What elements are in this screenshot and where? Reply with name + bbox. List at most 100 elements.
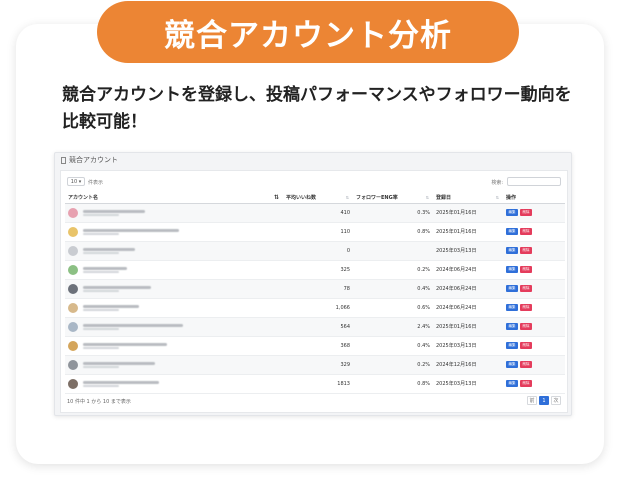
cell-follower-eng: 0.2% bbox=[353, 355, 433, 375]
col-actions: 操作 bbox=[503, 193, 565, 204]
blurred-account-name bbox=[83, 266, 127, 270]
account-names bbox=[83, 228, 179, 235]
cell-actions: 編集 削除 bbox=[503, 355, 565, 375]
edit-button[interactable]: 編集 bbox=[506, 209, 518, 216]
account-names bbox=[83, 304, 139, 311]
blurred-account-handle bbox=[83, 327, 119, 330]
page-length-select[interactable]: 10 ▾ bbox=[67, 177, 85, 186]
account-info bbox=[68, 359, 280, 370]
cell-account bbox=[65, 374, 283, 394]
account-info bbox=[68, 245, 280, 256]
edit-button[interactable]: 編集 bbox=[506, 323, 518, 330]
table-row: 1813 0.8% 2025年03月13日 編集 削除 bbox=[65, 374, 565, 394]
cell-avg-likes: 325 bbox=[283, 260, 353, 280]
cell-account bbox=[65, 203, 283, 223]
delete-button[interactable]: 削除 bbox=[520, 361, 532, 368]
pagination-next[interactable]: 次 bbox=[551, 396, 561, 405]
account-info bbox=[68, 283, 280, 294]
account-names bbox=[83, 342, 167, 349]
table-row: 410 0.3% 2025年01月16日 編集 削除 bbox=[65, 203, 565, 223]
cell-actions: 編集 削除 bbox=[503, 298, 565, 318]
cell-avg-likes: 564 bbox=[283, 317, 353, 337]
cell-registered: 2025年01月16日 bbox=[433, 317, 503, 337]
cell-follower-eng: 0.8% bbox=[353, 374, 433, 394]
delete-button[interactable]: 削除 bbox=[520, 342, 532, 349]
cell-registered: 2024年06月24日 bbox=[433, 260, 503, 280]
delete-button[interactable]: 削除 bbox=[520, 247, 532, 254]
cell-avg-likes: 410 bbox=[283, 203, 353, 223]
account-info bbox=[68, 264, 280, 275]
cell-account bbox=[65, 260, 283, 280]
edit-button[interactable]: 編集 bbox=[506, 361, 518, 368]
delete-button[interactable]: 削除 bbox=[520, 304, 532, 311]
col-registered-label: 登録日 bbox=[436, 195, 452, 202]
col-follower-eng[interactable]: フォロワーENG率 ⇅ bbox=[353, 193, 433, 204]
cell-actions: 編集 削除 bbox=[503, 374, 565, 394]
col-account-name[interactable]: アカウント名 ⇅ bbox=[65, 193, 283, 204]
cell-actions: 編集 削除 bbox=[503, 203, 565, 223]
cell-registered: 2024年06月24日 bbox=[433, 279, 503, 299]
account-names bbox=[83, 361, 155, 368]
table-row: 1,066 0.6% 2024年06月24日 編集 削除 bbox=[65, 298, 565, 318]
pagination-page-1[interactable]: 1 bbox=[539, 396, 549, 405]
table-row: 78 0.4% 2024年06月24日 編集 削除 bbox=[65, 279, 565, 299]
cell-follower-eng: 0.3% bbox=[353, 203, 433, 223]
col-registered[interactable]: 登録日 ⇅ bbox=[433, 193, 503, 204]
app-screenshot: 競合アカウント 10 ▾ 件表示 検索: アカウント名 ⇅ 平均いいね数 ⇅ フ… bbox=[54, 152, 572, 416]
competitor-table: アカウント名 ⇅ 平均いいね数 ⇅ フォロワーENG率 ⇅ 登録日 ⇅ 操作 4… bbox=[65, 193, 565, 394]
search-input[interactable] bbox=[507, 177, 561, 186]
edit-button[interactable]: 編集 bbox=[506, 228, 518, 235]
table-row: 325 0.2% 2024年06月24日 編集 削除 bbox=[65, 260, 565, 280]
edit-button[interactable]: 編集 bbox=[506, 285, 518, 292]
cell-registered: 2024年06月24日 bbox=[433, 298, 503, 318]
cell-follower-eng: 0.2% bbox=[353, 260, 433, 280]
delete-button[interactable]: 削除 bbox=[520, 209, 532, 216]
cell-avg-likes: 0 bbox=[283, 241, 353, 261]
pagination: 前 1 次 bbox=[527, 396, 561, 405]
edit-button[interactable]: 編集 bbox=[506, 304, 518, 311]
avatar bbox=[68, 340, 78, 351]
edit-button[interactable]: 編集 bbox=[506, 266, 518, 273]
blurred-account-handle bbox=[83, 365, 119, 368]
blurred-account-name bbox=[83, 361, 155, 365]
blurred-account-name bbox=[83, 247, 135, 251]
cell-account bbox=[65, 355, 283, 375]
cell-follower-eng: 0.4% bbox=[353, 336, 433, 356]
edit-button[interactable]: 編集 bbox=[506, 247, 518, 254]
cell-registered: 2025年01月16日 bbox=[433, 222, 503, 242]
blurred-account-name bbox=[83, 285, 151, 289]
col-follower-eng-label: フォロワーENG率 bbox=[356, 195, 398, 202]
sort-icon: ⇅ bbox=[425, 195, 429, 200]
document-icon bbox=[61, 156, 66, 164]
account-info bbox=[68, 302, 280, 313]
delete-button[interactable]: 削除 bbox=[520, 266, 532, 273]
window-title: 競合アカウント bbox=[69, 156, 118, 164]
pagination-prev[interactable]: 前 bbox=[527, 396, 537, 405]
table-info: 10 件中 1 から 10 まで表示 bbox=[67, 399, 131, 405]
account-names bbox=[83, 380, 159, 387]
table-row: 329 0.2% 2024年12月16日 編集 削除 bbox=[65, 355, 565, 375]
edit-button[interactable]: 編集 bbox=[506, 342, 518, 349]
delete-button[interactable]: 削除 bbox=[520, 323, 532, 330]
cell-follower-eng: 0.8% bbox=[353, 222, 433, 242]
cell-actions: 編集 削除 bbox=[503, 241, 565, 261]
col-avg-likes[interactable]: 平均いいね数 ⇅ bbox=[283, 193, 353, 204]
delete-button[interactable]: 削除 bbox=[520, 380, 532, 387]
blurred-account-handle bbox=[83, 384, 119, 387]
cell-registered: 2025年01月16日 bbox=[433, 203, 503, 223]
edit-button[interactable]: 編集 bbox=[506, 380, 518, 387]
cell-registered: 2025年03月13日 bbox=[433, 241, 503, 261]
account-names bbox=[83, 209, 145, 216]
account-names bbox=[83, 266, 127, 273]
avatar bbox=[68, 302, 78, 313]
delete-button[interactable]: 削除 bbox=[520, 285, 532, 292]
col-account-label: アカウント名 bbox=[68, 195, 99, 202]
cell-account bbox=[65, 222, 283, 242]
cell-avg-likes: 1,066 bbox=[283, 298, 353, 318]
blurred-account-name bbox=[83, 228, 179, 232]
delete-button[interactable]: 削除 bbox=[520, 228, 532, 235]
cell-account bbox=[65, 317, 283, 337]
cell-avg-likes: 368 bbox=[283, 336, 353, 356]
cell-follower-eng: 2.4% bbox=[353, 317, 433, 337]
cell-avg-likes: 1813 bbox=[283, 374, 353, 394]
